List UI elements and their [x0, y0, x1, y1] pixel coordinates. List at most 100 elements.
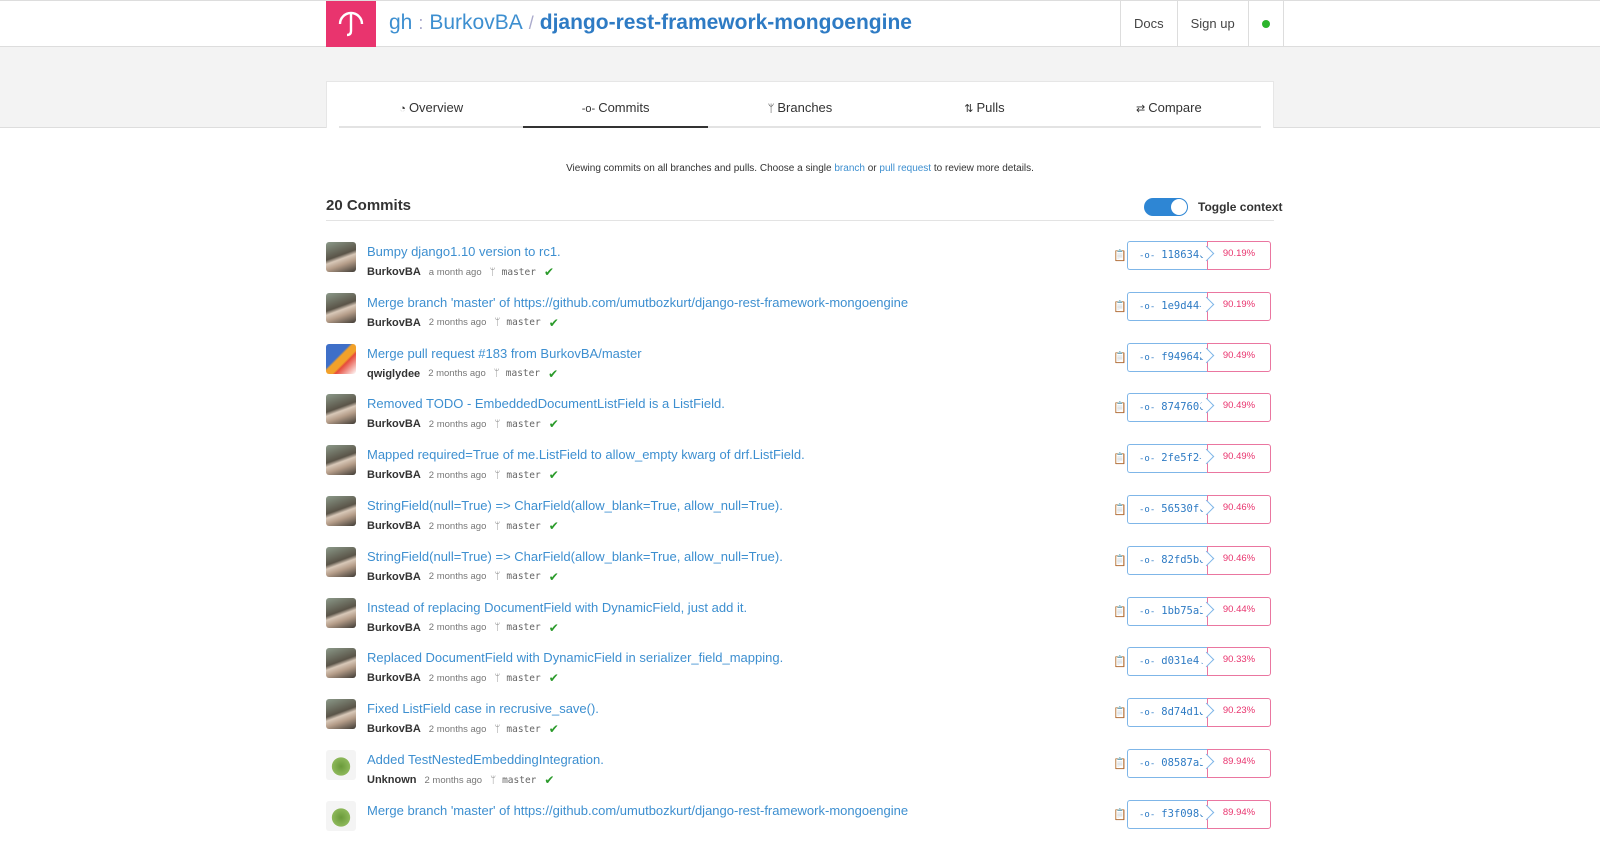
clipboard-icon[interactable]: 📋 — [1113, 401, 1127, 414]
commit-message[interactable]: Added TestNestedEmbeddingIntegration. — [367, 752, 604, 767]
commit-sha-button[interactable]: -o- 8747606 — [1127, 393, 1207, 423]
commit-author[interactable]: BurkovBA — [367, 418, 421, 430]
commit-author[interactable]: BurkovBA — [367, 622, 421, 634]
tab-compare[interactable]: ⇄ Compare — [1077, 82, 1261, 126]
commit-message[interactable]: Merge branch 'master' of https://github.… — [367, 803, 908, 818]
commit-message[interactable]: Merge pull request #183 from BurkovBA/ma… — [367, 346, 642, 361]
commit-message[interactable]: Replaced DocumentField with DynamicField… — [367, 650, 783, 665]
commit-branch[interactable]: master — [506, 521, 540, 532]
coverage-badge[interactable]: 90.33% — [1207, 647, 1271, 677]
commit-author[interactable]: Unknown — [367, 774, 417, 786]
coverage-badge[interactable]: 90.49% — [1207, 342, 1271, 372]
commit-author[interactable]: BurkovBA — [367, 723, 421, 735]
coverage-badge[interactable]: 90.49% — [1207, 393, 1271, 423]
commit-sha-button[interactable]: -o- 1bb75a3 — [1127, 596, 1207, 626]
coverage-badge[interactable]: 90.46% — [1207, 495, 1271, 524]
avatar[interactable] — [326, 648, 356, 679]
clipboard-icon[interactable]: 📋 — [1113, 300, 1127, 313]
clipboard-icon[interactable]: 📋 — [1113, 503, 1127, 516]
commit-author[interactable]: BurkovBA — [367, 672, 421, 684]
branch-link[interactable]: branch — [834, 163, 865, 174]
avatar[interactable] — [326, 394, 356, 425]
tab-commits[interactable]: -o- Commits — [523, 82, 708, 128]
commit-branch[interactable]: master — [506, 317, 540, 328]
coverage-badge[interactable]: 89.94% — [1207, 749, 1271, 778]
pull-request-link[interactable]: pull request — [879, 163, 931, 174]
coverage-badge[interactable]: 90.19% — [1207, 241, 1271, 270]
sign-up-link[interactable]: Sign up — [1176, 1, 1248, 47]
coverage-badge[interactable]: 90.46% — [1207, 545, 1271, 575]
commit-author[interactable]: BurkovBA — [367, 317, 421, 329]
avatar[interactable] — [326, 699, 356, 730]
commit-branch[interactable]: master — [502, 775, 536, 786]
clipboard-icon[interactable]: 📋 — [1113, 554, 1127, 567]
commit-sha-button[interactable]: -o-d031e4f — [1127, 647, 1207, 677]
commit-sha-button[interactable]: -o- 118634c — [1127, 241, 1207, 270]
coverage-badge[interactable]: 90.23% — [1207, 698, 1271, 728]
commit-sha-button[interactable]: -o- 8d74d1d — [1127, 698, 1207, 728]
viewing-or: or — [864, 163, 880, 174]
commit-message[interactable]: Bumpy django1.10 version to rc1. — [367, 244, 561, 259]
tab-branches[interactable]: ᛘ Branches — [708, 82, 892, 126]
commit-author[interactable]: BurkovBA — [367, 469, 421, 481]
clipboard-icon[interactable]: 📋 — [1113, 706, 1127, 719]
avatar[interactable] — [326, 343, 356, 374]
service-label[interactable]: gh — [389, 11, 412, 34]
commit-branch[interactable]: master — [506, 368, 540, 379]
clipboard-icon[interactable]: 📋 — [1113, 655, 1127, 668]
commit-branch[interactable]: master — [506, 673, 540, 684]
commit-author[interactable]: BurkovBA — [367, 520, 421, 532]
commit-message[interactable]: Removed TODO - EmbeddedDocumentListField… — [367, 396, 725, 411]
commit-message[interactable]: StringField(null=True) => CharField(allo… — [367, 498, 783, 513]
commit-sha-button[interactable]: -o- 1e9d444 — [1127, 291, 1207, 321]
commit-branch[interactable]: master — [506, 724, 540, 735]
clipboard-icon[interactable]: 📋 — [1113, 808, 1127, 821]
avatar[interactable] — [326, 750, 356, 780]
avatar[interactable] — [326, 445, 356, 476]
avatar[interactable] — [326, 546, 356, 577]
clipboard-icon[interactable]: 📋 — [1113, 605, 1127, 618]
commit-branch[interactable]: master — [502, 267, 536, 278]
avatar[interactable] — [326, 242, 356, 272]
avatar[interactable] — [326, 597, 356, 628]
commit-author[interactable]: qwiglydee — [367, 368, 420, 380]
avatar[interactable] — [326, 496, 356, 526]
commit-sha-button[interactable]: -o-f94964b — [1127, 342, 1207, 372]
commit-message[interactable]: Instead of replacing DocumentField with … — [367, 600, 747, 615]
coverage-badge[interactable]: 90.49% — [1207, 444, 1271, 474]
commit-branch[interactable]: master — [506, 571, 540, 582]
commit-message[interactable]: Fixed ListField case in recrusive_save()… — [367, 701, 599, 716]
commit-author[interactable]: BurkovBA — [367, 571, 421, 583]
commit-message[interactable]: Mapped required=True of me.ListField to … — [367, 447, 805, 462]
owner-link[interactable]: BurkovBA — [429, 11, 522, 34]
commit-sha-button[interactable]: -o- 2fe5f24 — [1127, 444, 1207, 474]
avatar[interactable] — [326, 800, 356, 831]
commit-branch[interactable]: master — [506, 419, 540, 430]
coverage-badge[interactable]: 90.19% — [1207, 291, 1271, 321]
clipboard-icon[interactable]: 📋 — [1113, 757, 1127, 770]
commit-author[interactable]: BurkovBA — [367, 266, 421, 278]
coverage-badge[interactable]: 90.44% — [1207, 596, 1271, 626]
commit-time: 2 months ago — [428, 622, 487, 634]
commit-sha-button[interactable]: -o-f3f098c — [1127, 799, 1207, 829]
commit-branch[interactable]: master — [506, 470, 540, 481]
codecov-logo[interactable] — [326, 1, 376, 48]
ci-passed-check-icon: ✔ — [548, 569, 559, 584]
commit-sha-button[interactable]: -o- 56530fc — [1127, 495, 1207, 524]
clipboard-icon[interactable]: 📋 — [1113, 452, 1127, 465]
tab-pulls[interactable]: ⇅ Pulls — [892, 82, 1076, 126]
status-indicator[interactable] — [1247, 1, 1284, 47]
repo-link[interactable]: django-rest-framework-mongoengine — [540, 11, 912, 34]
commit-sha-button[interactable]: -o- 82fd5be — [1127, 545, 1207, 575]
coverage-badge[interactable]: 89.94% — [1207, 799, 1271, 829]
tab-overview[interactable]: ◔ Overview — [339, 82, 523, 126]
avatar[interactable] — [326, 292, 356, 323]
clipboard-icon[interactable]: 📋 — [1113, 249, 1127, 262]
commit-message[interactable]: Merge branch 'master' of https://github.… — [367, 295, 908, 310]
commit-message[interactable]: StringField(null=True) => CharField(allo… — [367, 549, 783, 564]
docs-link[interactable]: Docs — [1120, 1, 1177, 47]
clipboard-icon[interactable]: 📋 — [1113, 351, 1127, 364]
toggle-context-switch[interactable] — [1144, 198, 1188, 216]
commit-branch[interactable]: master — [506, 622, 540, 633]
commit-sha-button[interactable]: -o- 08587a3 — [1127, 749, 1207, 778]
